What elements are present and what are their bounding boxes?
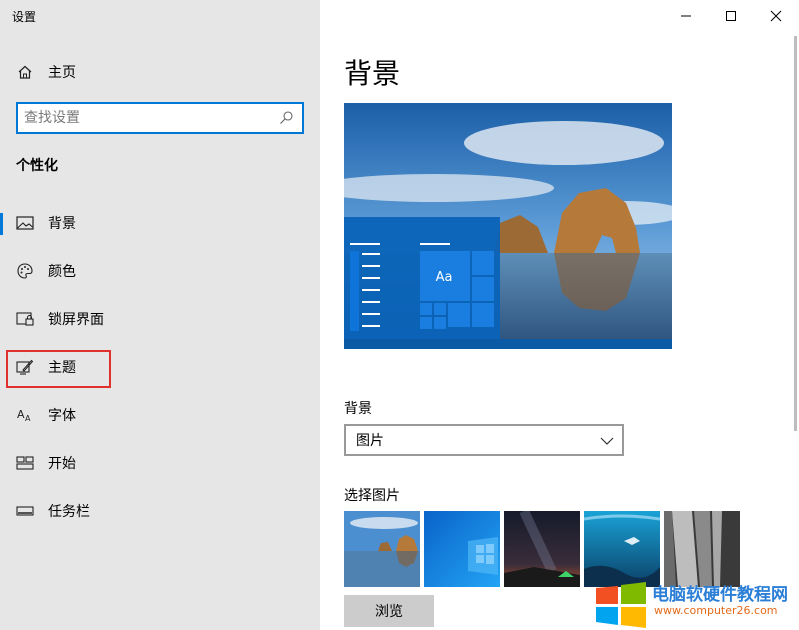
nav-item-taskbar[interactable]: 任务栏 [0,491,320,531]
background-preview: Aa [344,103,672,349]
nav-item-label: 字体 [48,408,76,424]
background-type-value: 图片 [356,433,384,449]
nav-item-label: 开始 [48,456,76,472]
nav-item-label: 背景 [48,216,76,232]
nav-item-lock-screen[interactable]: 锁屏界面 [0,299,320,339]
search-input[interactable] [24,109,274,127]
background-type-label: 背景 [344,401,372,417]
picture-thumbnail[interactable] [344,511,420,587]
nav-home[interactable]: 主页 [0,52,320,92]
windows-logo-icon [596,582,646,628]
chevron-down-icon [600,434,614,452]
preview-illustration: Aa [344,103,672,349]
background-type-select[interactable]: 图片 [344,424,624,456]
palette-icon [16,262,34,280]
lock-screen-icon [16,310,34,328]
svg-text:A: A [17,408,25,421]
close-icon [770,10,782,22]
picture-icon [16,214,34,232]
picture-thumbnail[interactable] [504,511,580,587]
home-icon [16,63,34,81]
sidebar: 设置 主页 个性化 背景 颜色 锁屏界面 主题 [0,0,320,630]
window-title: 设置 [12,10,37,24]
taskbar-icon [16,502,34,520]
nav-item-label: 锁屏界面 [48,312,104,328]
preview-sample-text: Aa [436,270,453,285]
nav-home-label: 主页 [48,65,76,81]
nav-item-fonts[interactable]: AA 字体 [0,395,320,435]
close-button[interactable] [753,0,799,32]
page-title: 背景 [344,57,401,90]
picture-thumbnail[interactable] [424,511,500,587]
picture-thumbnail[interactable] [664,511,740,587]
search-box[interactable] [16,102,304,134]
nav-item-label: 任务栏 [48,504,90,520]
nav-item-label: 颜色 [48,264,76,280]
watermark-url: www.computer26.com [654,604,778,617]
picture-thumbnail[interactable] [584,511,660,587]
highlight-annotation-box [6,350,111,388]
scrollbar[interactable] [794,36,797,431]
maximize-button[interactable] [708,0,754,32]
nav-item-colors[interactable]: 颜色 [0,251,320,291]
font-icon: AA [16,406,34,424]
main-content: 背景 Aa 背景 图片 选择图片 浏览 [320,0,799,630]
svg-text:A: A [25,414,31,423]
section-heading: 个性化 [16,158,58,174]
choose-picture-label: 选择图片 [344,488,400,504]
nav-item-start[interactable]: 开始 [0,443,320,483]
start-tiles-icon [16,454,34,472]
search-icon[interactable] [278,110,294,130]
browse-button[interactable]: 浏览 [344,595,434,627]
nav-item-background[interactable]: 背景 [0,203,320,243]
watermark: 电脑软硬件教程网 www.computer26.com [594,578,799,630]
minimize-button[interactable] [663,0,709,32]
watermark-title: 电脑软硬件教程网 [652,585,788,605]
maximize-icon [726,11,736,21]
minimize-icon [681,15,691,17]
